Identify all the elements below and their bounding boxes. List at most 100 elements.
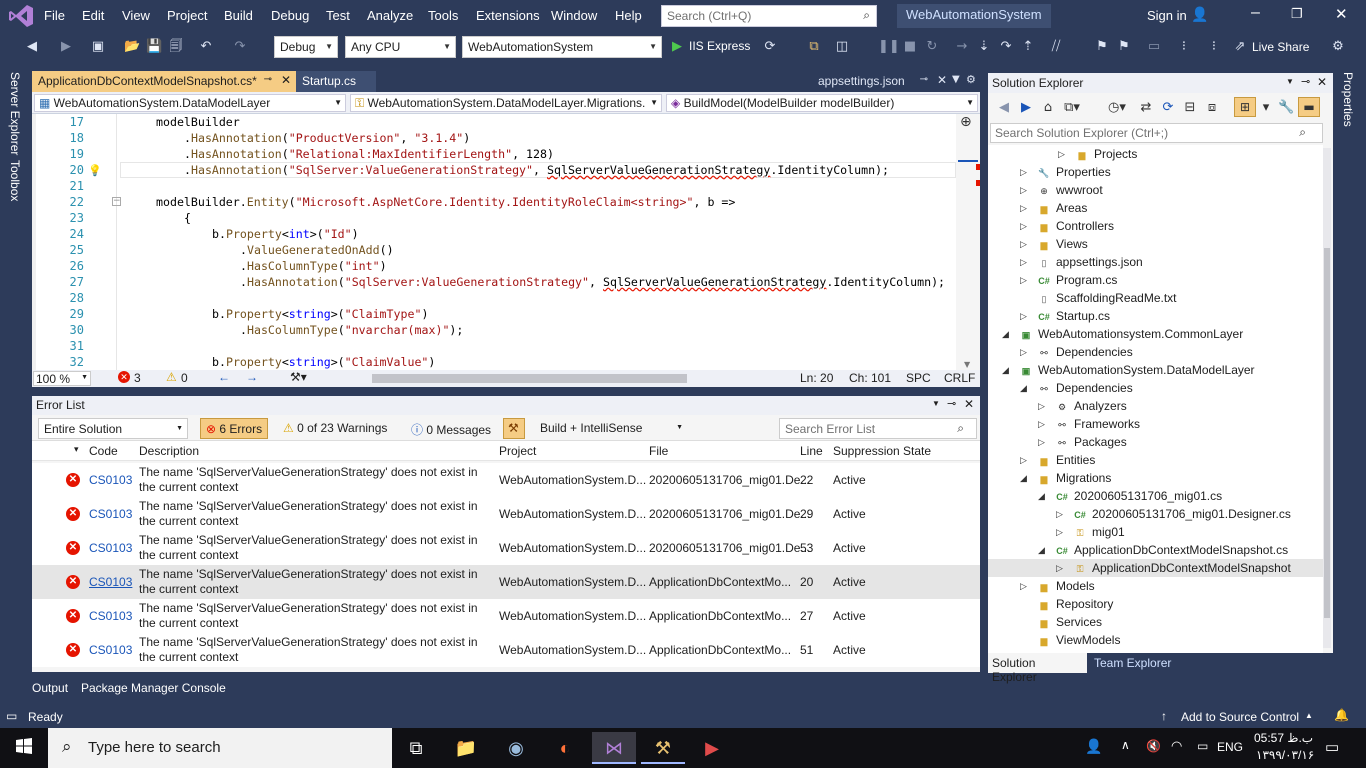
pause-icon[interactable]: ❚❚	[878, 39, 900, 55]
menu-window[interactable]: Window	[551, 8, 597, 23]
tree-node-models[interactable]: ▷ ▆ Models	[1020, 577, 1095, 595]
live-share-button[interactable]: Live Share	[1252, 40, 1309, 54]
menu-debug[interactable]: Debug	[271, 8, 309, 23]
pending-changes-icon[interactable]: ◷▾	[1108, 100, 1126, 116]
close-window-icon[interactable]: ✕	[1335, 5, 1348, 23]
menu-project[interactable]: Project	[167, 8, 207, 23]
visual-studio-logo-icon[interactable]	[8, 4, 34, 28]
new-project-icon[interactable]: ▣	[90, 39, 106, 55]
tree-node-appsettings[interactable]: ▷ ▯ appsettings.json	[1020, 253, 1143, 271]
tree-node-viewmodels[interactable]: ▆ ViewModels	[1037, 631, 1121, 649]
undo-icon[interactable]: ↶	[198, 39, 214, 55]
expand-icon[interactable]: ▷	[1056, 505, 1063, 523]
menu-analyze[interactable]: Analyze	[367, 8, 413, 23]
toolbar-options-icon[interactable]: ⁝	[1176, 39, 1192, 55]
input-language[interactable]: ENG	[1217, 740, 1243, 754]
collapse-icon[interactable]: ◢	[1002, 361, 1009, 379]
breakpoint-settings-icon[interactable]: ⧸⧸	[1048, 39, 1064, 55]
expand-icon[interactable]: ▷	[1058, 145, 1065, 163]
tab-appsettings-json[interactable]: appsettings.json ⊸ ✕	[812, 71, 952, 92]
notifications-bell-icon[interactable]: 🔔	[1334, 708, 1349, 722]
tree-node-repository[interactable]: ▆ Repository	[1037, 595, 1114, 613]
stop-icon[interactable]: ■	[902, 39, 918, 55]
error-row-selected[interactable]: ✕ CS0103 The name 'SqlServerValueGenerat…	[32, 565, 980, 599]
clock-time[interactable]: 05:57 ب.ظ	[1254, 731, 1313, 745]
tree-node-views[interactable]: ▷ ▆ Views	[1020, 235, 1088, 253]
step-into-icon[interactable]: ⇣	[976, 39, 992, 55]
tree-node-datamodellayer-project[interactable]: ◢ ▣ WebAutomationSystem.DataModelLayer	[1002, 361, 1255, 379]
expand-icon[interactable]: ▷	[1038, 397, 1045, 415]
expand-icon[interactable]: ▷	[1020, 217, 1027, 235]
upload-arrow-icon[interactable]: ↑	[1161, 709, 1167, 723]
indent-mode[interactable]: SPC	[906, 371, 931, 385]
expand-icon[interactable]: ▷	[1056, 559, 1063, 577]
people-icon[interactable]: 👤	[1085, 738, 1102, 755]
tree-node-snapshot-class-selected[interactable]: ▷ ⚿ ApplicationDbContextModelSnapshot	[1056, 559, 1291, 577]
window-position-icon[interactable]: ▼	[932, 399, 940, 408]
format-icon[interactable]: ⁝	[1206, 39, 1222, 55]
navigate-previous-issue-icon[interactable]: ←	[218, 370, 230, 384]
menu-view[interactable]: View	[122, 8, 150, 23]
search-solution-explorer-input[interactable]: Search Solution Explorer (Ctrl+;) ⌕	[990, 123, 1323, 143]
add-to-source-control-button[interactable]: Add to Source Control	[1181, 710, 1299, 724]
build-intellisense-select[interactable]: Build + IntelliSense ▼	[535, 418, 687, 439]
search-error-list-input[interactable]: Search Error List ⌕	[779, 418, 977, 439]
restore-icon[interactable]: ❐	[1291, 6, 1303, 22]
tree-node-mig01-cs[interactable]: ◢ C# 20200605131706_mig01.cs	[1038, 487, 1222, 505]
home-icon[interactable]: ⌂	[1040, 100, 1056, 116]
collapse-icon[interactable]: ◢	[1038, 487, 1045, 505]
switch-views-icon[interactable]: ⧉▾	[1064, 100, 1080, 116]
tree-node-projects[interactable]: ▷ ▆ Projects	[1058, 145, 1137, 163]
navigate-next-issue-icon[interactable]: →	[246, 370, 258, 384]
quick-launch-search-input[interactable]: Search (Ctrl+Q) ⌕	[661, 5, 877, 27]
forward-icon[interactable]: ▶	[1018, 100, 1034, 116]
tab-solution-explorer[interactable]: Solution Explorer	[988, 653, 1087, 684]
column-line[interactable]: Line	[800, 444, 823, 458]
tree-node-startup-cs[interactable]: ▷ C# Startup.cs	[1020, 307, 1110, 325]
zoom-select[interactable]: 100 % ▼	[33, 371, 91, 386]
error-code[interactable]: CS0103	[89, 541, 132, 555]
taskbar-search-box[interactable]: ⌕ Type here to search	[48, 728, 392, 768]
project-nav-dropdown[interactable]: ▦ WebAutomationSystem.DataModelLayer ▼	[34, 94, 346, 112]
warning-count-icon[interactable]: ⚠	[166, 370, 177, 384]
tree-node-wwwroot[interactable]: ▷ ⊕ wwwroot	[1020, 181, 1103, 199]
properties-icon[interactable]: 🔧	[1278, 100, 1294, 116]
error-row[interactable]: ✕ CS0103 The name 'SqlServerValueGenerat…	[32, 463, 980, 497]
column-file[interactable]: File	[649, 444, 668, 458]
warnings-filter-button[interactable]: ⚠ 0 of 23 Warnings	[278, 418, 392, 439]
bookmark-next-icon[interactable]: ⚑	[1116, 39, 1132, 55]
tree-node-frameworks[interactable]: ▷ ⚯ Frameworks	[1038, 415, 1140, 433]
lightbulb-error-icon[interactable]: 💡	[88, 164, 102, 177]
error-code[interactable]: CS0103	[89, 609, 132, 623]
refresh-icon[interactable]: ⟳	[762, 39, 778, 55]
show-next-statement-icon[interactable]: →	[954, 39, 970, 55]
expand-icon[interactable]: ▷	[1038, 415, 1045, 433]
tree-node-areas[interactable]: ▷ ▆ Areas	[1020, 199, 1087, 217]
tree-node-services[interactable]: ▆ Services	[1037, 613, 1102, 631]
save-icon[interactable]: 💾	[146, 39, 162, 55]
menu-help[interactable]: Help	[615, 8, 642, 23]
column-description[interactable]: Description	[139, 444, 199, 458]
close-panel-icon[interactable]: ✕	[964, 397, 974, 411]
scroll-down-icon[interactable]: ▼	[964, 360, 970, 369]
file-explorer-icon[interactable]: 📁	[444, 732, 488, 764]
show-hidden-icons-icon[interactable]: ∧	[1121, 738, 1130, 752]
step-over-icon[interactable]: ↷	[998, 39, 1014, 55]
minimize-icon[interactable]: –	[1251, 4, 1260, 22]
expand-icon[interactable]: ▷	[1020, 577, 1027, 595]
tree-node-controllers[interactable]: ▷ ▆ Controllers	[1020, 217, 1114, 235]
tab-settings-icon[interactable]: ⚙	[966, 73, 976, 86]
tab-output[interactable]: Output	[32, 681, 68, 695]
tree-node-dependencies[interactable]: ▷ ⚯ Dependencies	[1020, 343, 1133, 361]
screenshot-icon[interactable]: ◫	[834, 39, 850, 55]
column-project[interactable]: Project	[499, 444, 536, 458]
errors-filter-button[interactable]: ⊗ 6 Errors	[200, 418, 268, 439]
error-count[interactable]: 3	[134, 371, 141, 385]
type-nav-dropdown[interactable]: ⚿ WebAutomationSystem.DataModelLayer.Mig…	[350, 94, 662, 112]
wifi-icon[interactable]: ◠	[1171, 738, 1182, 754]
properties-tab[interactable]: Properties	[1341, 72, 1355, 127]
menu-test[interactable]: Test	[326, 8, 350, 23]
tree-node-dependencies[interactable]: ◢ ⚯ Dependencies	[1020, 379, 1133, 397]
restart-icon[interactable]: ↻	[924, 39, 940, 55]
chevron-up-icon[interactable]: ▲	[1305, 711, 1313, 720]
